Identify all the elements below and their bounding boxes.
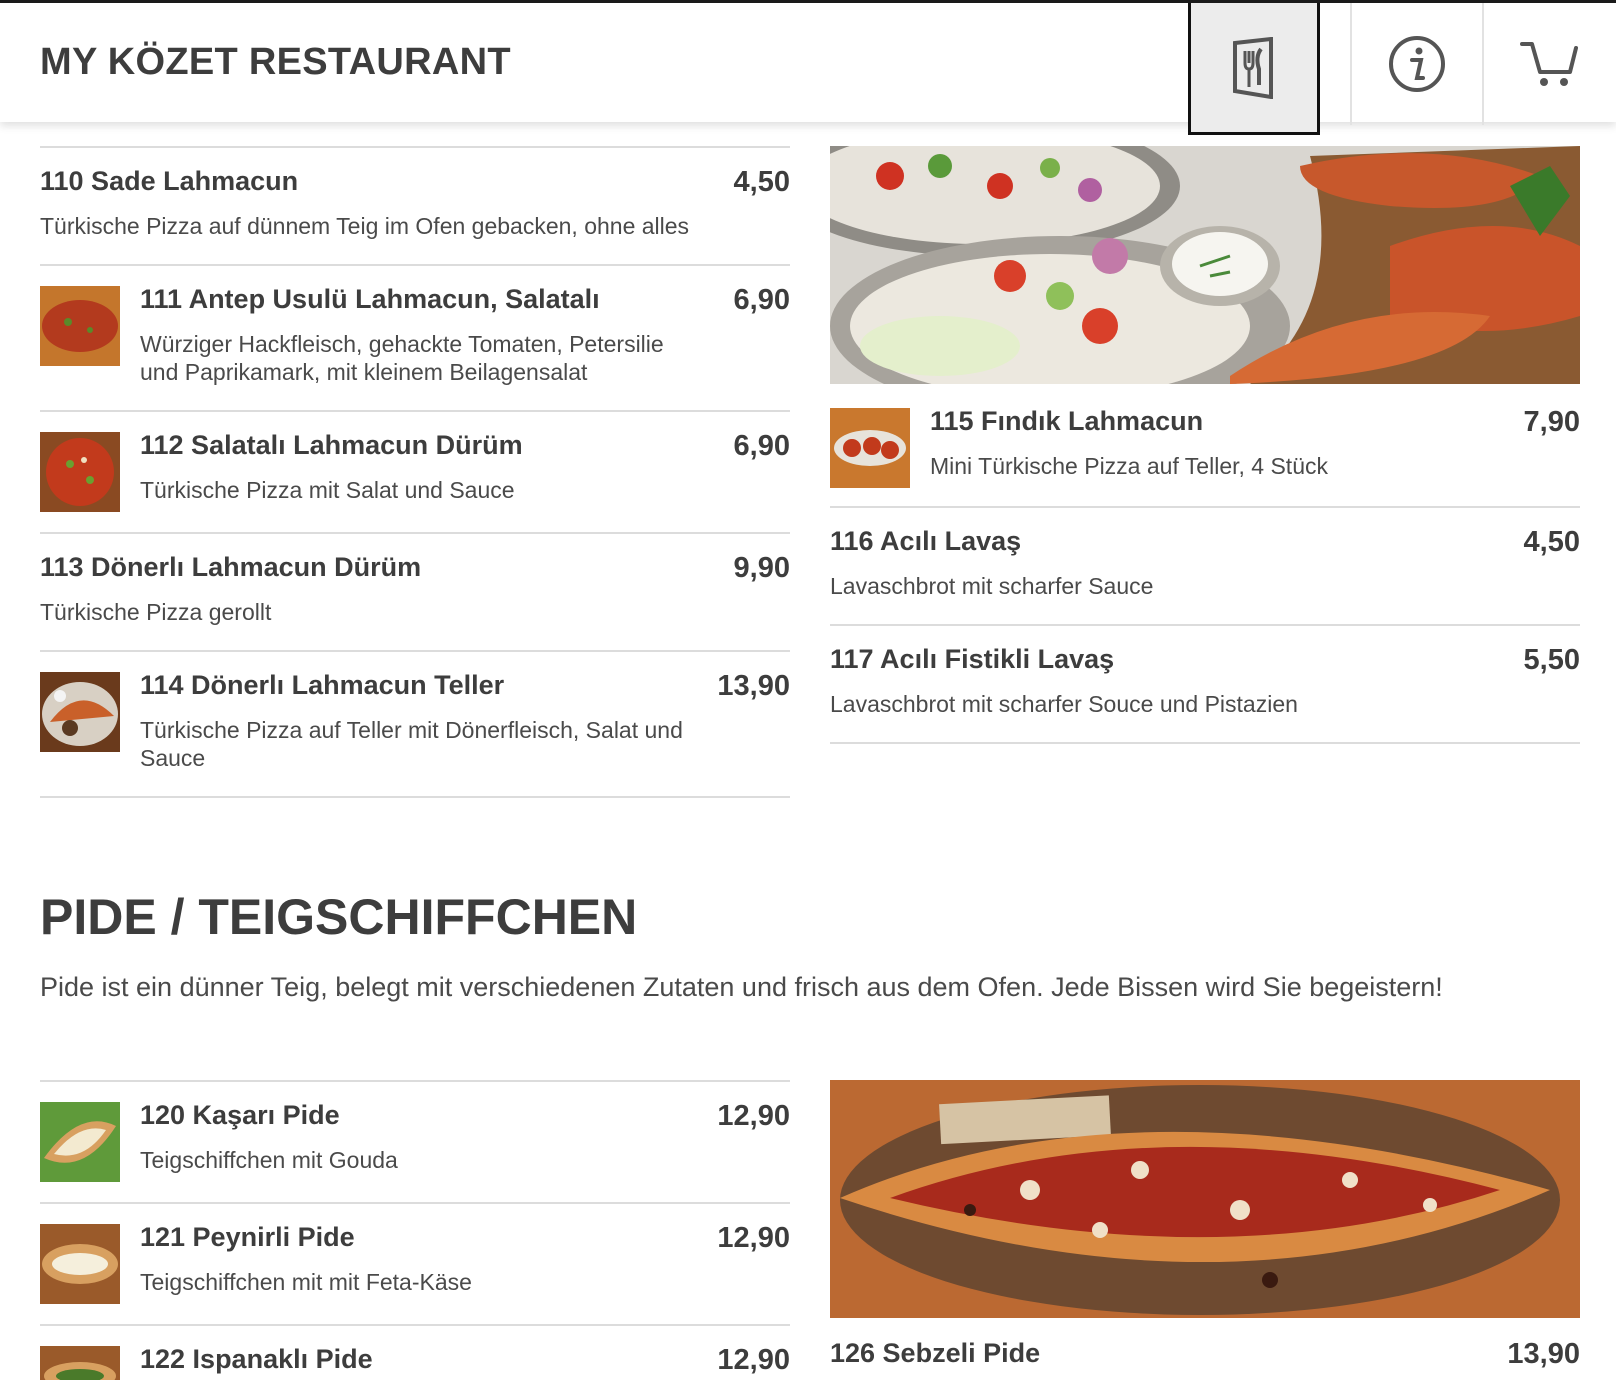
menu-item-116[interactable]: 116 Acılı Lavaş 4,50 Lavaschbrot mit sch… (830, 506, 1580, 624)
item-name: 115 Fındık Lahmacun (930, 406, 1204, 436)
menu-tab-button[interactable] (1188, 3, 1320, 135)
item-thumbnail (40, 286, 120, 366)
item-price: 12,90 (717, 1344, 790, 1376)
lahmacun-list-right: 115 Fındık Lahmacun 7,90 Mini Türkische … (830, 384, 1580, 746)
item-description: Türkische Pizza gerollt (40, 599, 272, 625)
item-description: Mini Türkische Pizza auf Teller, 4 Stück (930, 453, 1328, 479)
item-description-line-2: Sauce (140, 745, 206, 771)
section-title: PIDE / TEIGSCHIFFCHEN (40, 889, 638, 945)
item-name: 112 Salatalı Lahmacun Dürüm (140, 430, 523, 460)
item-price: 12,90 (717, 1222, 790, 1254)
menu-item-126[interactable]: 126 Sebzeli Pide 13,90 (830, 1318, 1580, 1380)
item-price: 4,50 (1523, 526, 1580, 558)
list-divider (830, 742, 1580, 744)
item-thumbnail (40, 432, 120, 512)
item-thumbnail (40, 672, 120, 752)
menu-item-113[interactable]: 113 Dönerlı Lahmacun Dürüm 9,90 Türkisch… (40, 532, 790, 650)
item-description: Türkische Pizza auf dünnem Teig im Ofen … (40, 213, 690, 239)
cart-icon (1520, 42, 1578, 86)
item-description: Teigschiffchen mit Gouda (140, 1147, 398, 1173)
item-price: 6,90 (733, 430, 790, 462)
item-name: 122 Ispanaklı Pide (140, 1344, 373, 1374)
item-description-line-1: Würziger Hackfleisch, gehackte Tomaten, … (140, 331, 664, 357)
item-price: 9,90 (733, 552, 790, 584)
item-name: 117 Acılı Fistikli Lavaş (830, 644, 1115, 674)
item-name: 113 Dönerlı Lahmacun Dürüm (40, 552, 422, 582)
menu-item-120[interactable]: 120 Kaşarı Pide 12,90 Teigschiffchen mit… (40, 1080, 790, 1202)
menu-item-112[interactable]: 112 Salatalı Lahmacun Dürüm 6,90 Türkisc… (40, 410, 790, 532)
item-thumbnail (40, 1346, 120, 1380)
menu-item-114[interactable]: 114 Dönerlı Lahmacun Teller 13,90 Türkis… (40, 650, 790, 796)
lahmacun-hero-image (830, 146, 1580, 384)
pide-list-left: 120 Kaşarı Pide 12,90 Teigschiffchen mit… (40, 1080, 790, 1380)
menu-item-122[interactable]: 122 Ispanaklı Pide 12,90 (40, 1324, 790, 1380)
info-icon (1389, 36, 1445, 92)
menu-item-111[interactable]: 111 Antep Usulü Lahmacun, Salatalı 6,90 … (40, 264, 790, 410)
item-description-line-2: und Paprikamark, mit kleinem Beilagensal… (140, 359, 588, 385)
item-name: 110 Sade Lahmacun (40, 166, 299, 196)
menu-item-117[interactable]: 117 Acılı Fistikli Lavaş 5,50 Lavaschbro… (830, 624, 1580, 742)
item-thumbnail (40, 1102, 120, 1182)
lahmacun-list-left: 110 Sade Lahmacun 4,50 Türkische Pizza a… (40, 146, 790, 800)
item-description: Teigschiffchen mit mit Feta-Käse (140, 1269, 472, 1295)
menu-item-110[interactable]: 110 Sade Lahmacun 4,50 Türkische Pizza a… (40, 146, 790, 264)
fork-knife-icon (1233, 36, 1273, 99)
pide-hero-image (830, 1080, 1580, 1318)
item-price: 13,90 (1507, 1338, 1580, 1370)
item-description: Lavaschbrot mit scharfer Sauce (830, 573, 1154, 599)
item-name: 120 Kaşarı Pide (140, 1100, 340, 1130)
item-price: 4,50 (733, 166, 790, 198)
item-price: 6,90 (733, 284, 790, 316)
cart-tab-button[interactable] (1482, 3, 1616, 125)
item-description-line-1: Türkische Pizza auf Teller mit Dönerflei… (140, 717, 683, 743)
item-name: 121 Peynirli Pide (140, 1222, 355, 1252)
item-thumbnail (830, 408, 910, 488)
menu-item-121[interactable]: 121 Peynirli Pide 12,90 Teigschiffchen m… (40, 1202, 790, 1324)
item-name: 126 Sebzeli Pide (830, 1338, 1041, 1368)
item-name: 114 Dönerlı Lahmacun Teller (140, 670, 505, 700)
item-description: Lavaschbrot mit scharfer Souce und Pista… (830, 691, 1298, 717)
item-thumbnail (40, 1224, 120, 1304)
item-name: 111 Antep Usulü Lahmacun, Salatalı (140, 284, 600, 314)
item-name: 116 Acılı Lavaş (830, 526, 1022, 556)
list-divider (40, 796, 790, 798)
pide-list-right: 126 Sebzeli Pide 13,90 (830, 1318, 1580, 1380)
restaurant-name[interactable]: MY KÖZET RESTAURANT (40, 41, 511, 84)
info-tab-button[interactable] (1350, 3, 1482, 125)
item-price: 13,90 (717, 670, 790, 702)
top-bar: MY KÖZET RESTAURANT (0, 0, 1616, 135)
section-description: Pide ist ein dünner Teig, belegt mit ver… (40, 972, 1443, 1002)
item-price: 12,90 (717, 1100, 790, 1132)
item-price: 7,90 (1523, 406, 1580, 438)
menu-item-115[interactable]: 115 Fındık Lahmacun 7,90 Mini Türkische … (830, 384, 1580, 508)
item-price: 5,50 (1523, 644, 1580, 676)
item-description: Türkische Pizza mit Salat und Sauce (140, 477, 515, 503)
